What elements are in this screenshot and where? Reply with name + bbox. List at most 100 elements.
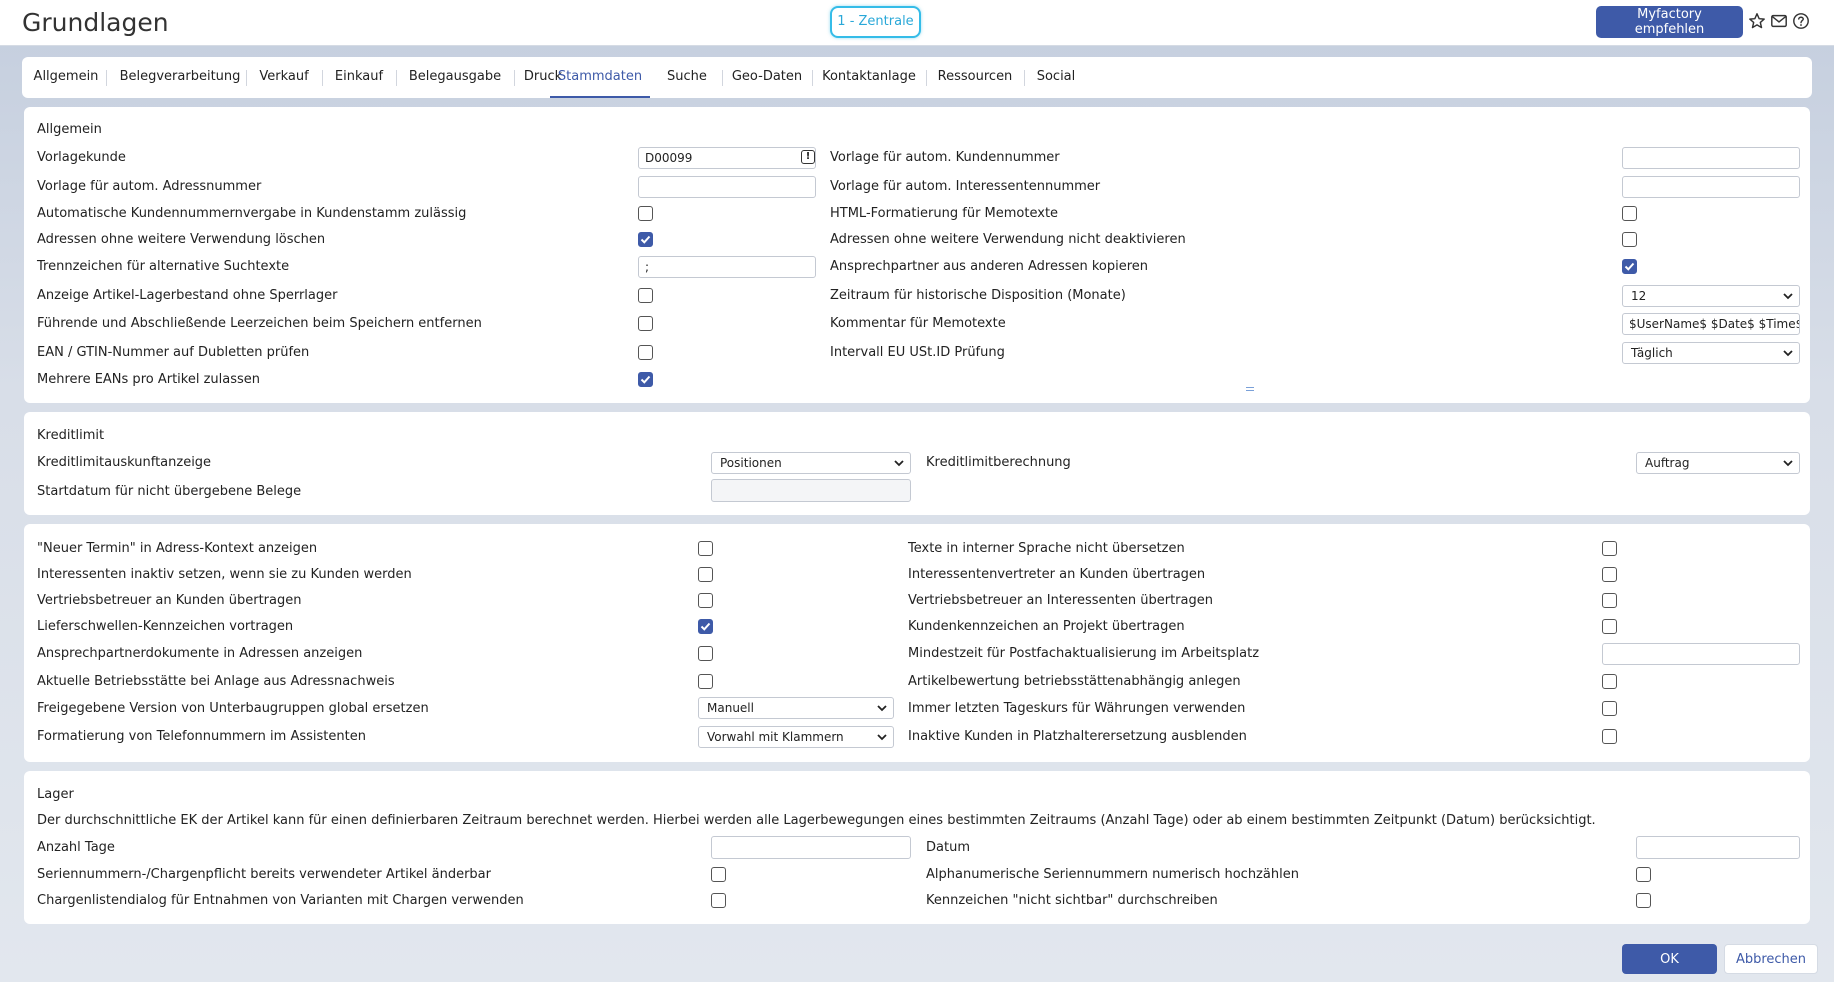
zeitraum-select[interactable]: 12: [1622, 285, 1800, 307]
tab-verkauf[interactable]: Verkauf: [248, 57, 320, 98]
trennzeichen-input[interactable]: ;: [638, 256, 816, 278]
interessenten-inaktiv-checkbox[interactable]: [698, 567, 713, 582]
tab-divider: [722, 70, 723, 86]
nicht-sichtbar-checkbox[interactable]: [1636, 893, 1651, 908]
tab-ressourcen[interactable]: Ressourcen: [928, 57, 1022, 98]
telefonformat-label: Formatierung von Telefonnummern im Assis…: [37, 729, 366, 744]
neuer-termin-checkbox[interactable]: [698, 541, 713, 556]
html-memo-checkbox[interactable]: [1622, 206, 1637, 221]
unterbaugruppen-select[interactable]: Manuell: [698, 697, 894, 719]
tab-kontaktanlage[interactable]: Kontaktanlage: [814, 57, 924, 98]
tab-divider: [812, 70, 813, 86]
ean-checkbox[interactable]: [638, 345, 653, 360]
section-title-allgemein: Allgemein: [37, 122, 102, 137]
leerzeichen-checkbox[interactable]: [638, 316, 653, 331]
tab-allgemein[interactable]: Allgemein: [28, 57, 104, 98]
ansprechpartner-checkbox[interactable]: [1622, 259, 1637, 274]
interessentenvertreter-checkbox[interactable]: [1602, 567, 1617, 582]
lieferschwellen-label: Lieferschwellen-Kennzeichen vortragen: [37, 619, 294, 634]
tab-geo-daten[interactable]: Geo-Daten: [724, 57, 810, 98]
kundenkennzeichen-checkbox[interactable]: [1602, 619, 1617, 634]
tageskurs-label: Immer letzten Tageskurs für Währungen ve…: [908, 701, 1246, 716]
auto-kundennummer-checkbox[interactable]: [638, 206, 653, 221]
chevron-down-icon: [876, 732, 888, 742]
adressen-deaktivieren-checkbox[interactable]: [1622, 232, 1637, 247]
startdatum-input[interactable]: [711, 479, 911, 502]
tab-divider: [926, 70, 927, 86]
chargenlisten-checkbox[interactable]: [711, 893, 726, 908]
kundennummer-input[interactable]: [1622, 147, 1800, 169]
postfach-input[interactable]: [1602, 643, 1800, 665]
exclamation-icon[interactable]: !: [801, 150, 815, 164]
allgemein-section: Allgemein Vorlagekunde D00099 ! Vorlage …: [24, 107, 1810, 403]
help-icon[interactable]: [1792, 12, 1810, 30]
section-title-kreditlimit: Kreditlimit: [37, 428, 105, 443]
star-icon[interactable]: [1748, 12, 1766, 30]
adressnummer-label: Vorlage für autom. Adressnummer: [37, 179, 262, 194]
alphanumerisch-checkbox[interactable]: [1636, 867, 1651, 882]
datum-input[interactable]: [1636, 836, 1800, 859]
adressnummer-input[interactable]: [638, 176, 816, 198]
chevron-down-icon: [876, 703, 888, 713]
nicht-sichtbar-label: Kennzeichen "nicht sichtbar" durchschrei…: [926, 893, 1218, 908]
tab-divider: [106, 70, 107, 86]
ansprechpartnerdokumente-label: Ansprechpartnerdokumente in Adressen anz…: [37, 646, 363, 661]
chevron-down-icon: [1782, 348, 1794, 358]
betriebsstaette-label: Aktuelle Betriebsstätte bei Anlage aus A…: [37, 674, 395, 689]
texte-sprache-checkbox[interactable]: [1602, 541, 1617, 556]
startdatum-label: Startdatum für nicht übergebene Belege: [37, 484, 302, 499]
kommentar-label: Kommentar für Memotexte: [830, 316, 1006, 331]
section-title-lager: Lager: [37, 787, 74, 802]
tab-belegausgabe[interactable]: Belegausgabe: [398, 57, 512, 98]
vertriebsbetreuer-interessenten-checkbox[interactable]: [1602, 593, 1617, 608]
vertriebsbetreuer-kunden-label: Vertriebsbetreuer an Kunden übertragen: [37, 593, 302, 608]
interessentennummer-input[interactable]: [1622, 176, 1800, 198]
mehrere-ean-checkbox[interactable]: [638, 372, 653, 387]
resize-handle[interactable]: [1246, 387, 1254, 391]
leerzeichen-label: Führende und Abschließende Leerzeichen b…: [37, 316, 482, 331]
recommend-button[interactable]: Myfactory empfehlen: [1596, 6, 1743, 38]
tab-einkauf[interactable]: Einkauf: [324, 57, 394, 98]
tageskurs-checkbox[interactable]: [1602, 701, 1617, 716]
betriebsstaette-checkbox[interactable]: [698, 674, 713, 689]
kreditlimitanzeige-select[interactable]: Positionen: [711, 452, 911, 474]
telefonformat-select[interactable]: Vorwahl mit Klammern: [698, 726, 894, 748]
kreditlimitanzeige-label: Kreditlimitauskunftanzeige: [37, 455, 212, 470]
anzahl-tage-input[interactable]: [711, 836, 911, 859]
tab-stammdaten[interactable]: Stammdaten: [550, 57, 650, 98]
artikelbewertung-checkbox[interactable]: [1602, 674, 1617, 689]
kommentar-input[interactable]: $UserName$ $Date$ $Time$:: [1622, 313, 1800, 335]
unterbaugruppen-label: Freigegebene Version von Unterbaugruppen…: [37, 701, 429, 716]
lagerbestand-checkbox[interactable]: [638, 288, 653, 303]
vertriebsbetreuer-kunden-checkbox[interactable]: [698, 593, 713, 608]
vorlagekunde-input[interactable]: D00099: [638, 147, 816, 169]
kreditlimitberechnung-value: Auftrag: [1645, 456, 1690, 470]
kreditlimitberechnung-select[interactable]: Auftrag: [1636, 452, 1800, 474]
branch-selector[interactable]: 1 - Zentrale: [830, 6, 921, 38]
chevron-down-icon: [1782, 291, 1794, 301]
optionen-section: "Neuer Termin" in Adress-Kontext anzeige…: [24, 524, 1810, 762]
tab-divider: [396, 70, 397, 86]
anzahl-tage-label: Anzahl Tage: [37, 840, 115, 855]
seriennummern-checkbox[interactable]: [711, 867, 726, 882]
interessentenvertreter-label: Interessentenvertreter an Kunden übertra…: [908, 567, 1206, 582]
ok-button[interactable]: OK: [1622, 944, 1717, 974]
adressen-loeschen-checkbox[interactable]: [638, 232, 653, 247]
kreditlimitberechnung-label: Kreditlimitberechnung: [926, 455, 1071, 470]
texte-sprache-label: Texte in interner Sprache nicht übersetz…: [908, 541, 1185, 556]
inaktive-kunden-checkbox[interactable]: [1602, 729, 1617, 744]
cancel-button[interactable]: Abbrechen: [1724, 944, 1818, 974]
tab-belegverarbeitung[interactable]: Belegverarbeitung: [116, 57, 244, 98]
auto-kundennummer-label: Automatische Kundennummernvergabe in Kun…: [37, 206, 467, 221]
lieferschwellen-checkbox[interactable]: [698, 619, 713, 634]
mail-icon[interactable]: [1770, 12, 1788, 30]
intervall-select[interactable]: Täglich: [1622, 342, 1800, 364]
kreditlimitanzeige-value: Positionen: [720, 456, 782, 470]
tab-divider: [246, 70, 247, 86]
ansprechpartnerdokumente-checkbox[interactable]: [698, 646, 713, 661]
tab-social[interactable]: Social: [1026, 57, 1086, 98]
tab-suche[interactable]: Suche: [654, 57, 720, 98]
kundenkennzeichen-label: Kundenkennzeichen an Projekt übertragen: [908, 619, 1185, 634]
tab-divider: [514, 70, 515, 86]
postfach-label: Mindestzeit für Postfachaktualisierung i…: [908, 646, 1260, 661]
